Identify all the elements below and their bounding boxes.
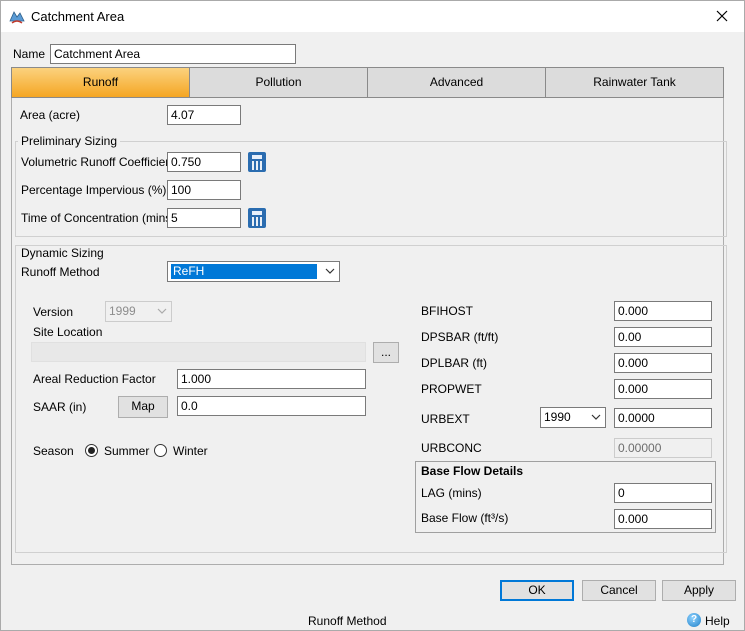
chevron-down-icon (325, 268, 335, 274)
urbext-label: URBEXT (421, 412, 470, 426)
help-icon[interactable]: ? (687, 613, 701, 627)
chevron-down-icon (157, 308, 167, 314)
summer-label: Summer (104, 444, 150, 458)
map-button[interactable]: Map (118, 396, 168, 418)
urbconc-input[interactable]: 0.00000 (614, 438, 712, 458)
close-icon (716, 10, 728, 22)
urbext-year-select[interactable]: 1990 (540, 407, 606, 428)
lag-label: LAG (mins) (421, 486, 482, 500)
base-flow-label: Base Flow (ft³/s) (421, 511, 509, 525)
runoff-coefficient-label: Volumetric Runoff Coefficient (21, 155, 176, 169)
impervious-input[interactable]: 100 (167, 180, 241, 200)
winter-label: Winter (173, 444, 208, 458)
version-select[interactable]: 1999 (105, 301, 172, 322)
calculator-button-runoff[interactable] (248, 152, 266, 172)
runoff-method-label: Runoff Method (21, 265, 100, 279)
saar-label: SAAR (in) (33, 400, 87, 414)
urbext-year-value: 1990 (544, 410, 571, 424)
impervious-label: Percentage Impervious (%) (21, 183, 167, 197)
status-text: Runoff Method (308, 614, 387, 628)
urbext-input[interactable]: 0.0000 (614, 408, 712, 428)
bfihost-input[interactable]: 0.000 (614, 301, 712, 321)
lag-input[interactable]: 0 (614, 483, 712, 503)
cancel-button[interactable]: Cancel (582, 580, 656, 601)
arf-label: Areal Reduction Factor (33, 372, 156, 386)
apply-button[interactable]: Apply (662, 580, 736, 601)
calculator-icon (252, 161, 263, 170)
dpsbar-label: DPSBAR (ft/ft) (421, 330, 499, 344)
name-input[interactable]: Catchment Area (50, 44, 296, 64)
tab-bar: Runoff Pollution Advanced Rainwater Tank (11, 67, 724, 98)
area-input[interactable]: 4.07 (167, 105, 241, 125)
area-label: Area (acre) (20, 108, 81, 122)
preliminary-sizing-title: Preliminary Sizing (18, 134, 121, 148)
title-bar: Catchment Area (1, 1, 744, 32)
base-flow-title: Base Flow Details (421, 464, 524, 478)
window-title: Catchment Area (31, 9, 125, 24)
site-location-input[interactable] (31, 342, 366, 362)
propwet-label: PROPWET (421, 382, 482, 396)
version-value: 1999 (109, 304, 136, 318)
dplbar-input[interactable]: 0.000 (614, 353, 712, 373)
propwet-input[interactable]: 0.000 (614, 379, 712, 399)
tab-rainwater-tank[interactable]: Rainwater Tank (546, 68, 723, 97)
site-location-label: Site Location (33, 325, 103, 339)
dynamic-sizing-title: Dynamic Sizing (18, 246, 107, 260)
dpsbar-input[interactable]: 0.00 (614, 327, 712, 347)
dplbar-label: DPLBAR (ft) (421, 356, 488, 370)
runoff-method-value: ReFH (171, 264, 317, 279)
tab-advanced[interactable]: Advanced (368, 68, 546, 97)
status-bar: Runoff Method ? Help (1, 611, 744, 631)
urbconc-label: URBCONC (421, 441, 482, 455)
arf-input[interactable]: 1.000 (177, 369, 366, 389)
season-summer-radio[interactable] (85, 444, 98, 457)
saar-input[interactable]: 0.0 (177, 396, 366, 416)
catchment-icon (9, 11, 25, 24)
calculator-button-toc[interactable] (248, 208, 266, 228)
chevron-down-icon (591, 414, 601, 420)
bfihost-label: BFIHOST (421, 304, 474, 318)
season-winter-radio[interactable] (154, 444, 167, 457)
calculator-icon (252, 217, 263, 226)
ok-button[interactable]: OK (500, 580, 574, 601)
dialog-window: Catchment Area Name Catchment Area Runof… (0, 0, 745, 631)
tab-pollution[interactable]: Pollution (190, 68, 368, 97)
help-link[interactable]: Help (705, 614, 730, 628)
browse-button[interactable]: ... (373, 342, 399, 363)
version-label: Version (33, 305, 74, 319)
runoff-method-select[interactable]: ReFH (167, 261, 340, 282)
toc-label: Time of Concentration (mins) (21, 211, 176, 225)
toc-input[interactable]: 5 (167, 208, 241, 228)
runoff-coefficient-input[interactable]: 0.750 (167, 152, 241, 172)
season-label: Season (33, 444, 74, 458)
name-label: Name (13, 47, 46, 61)
tab-runoff[interactable]: Runoff (12, 68, 190, 97)
base-flow-input[interactable]: 0.000 (614, 509, 712, 529)
close-button[interactable] (700, 1, 744, 32)
